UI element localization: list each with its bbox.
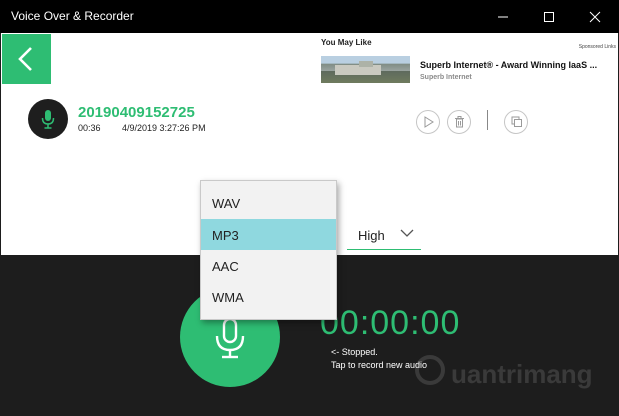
microphone-icon (41, 110, 55, 129)
minimize-icon (498, 16, 508, 18)
sponsored-ad[interactable]: You May Like Sponsored Links Superb Inte… (321, 36, 616, 86)
microphone-icon (215, 317, 245, 359)
format-dropdown-menu: WAV MP3 AAC WMA (200, 180, 337, 320)
watermark-logo-icon (415, 355, 445, 385)
format-option-wma[interactable]: WMA (201, 281, 336, 312)
recording-timer: 00:00:00 (320, 304, 461, 342)
recording-duration: 00:36 (78, 123, 101, 133)
chevron-left-icon (18, 47, 32, 71)
ad-source: Superb Internet (420, 74, 472, 81)
recording-avatar (28, 99, 68, 139)
format-option-mp3[interactable]: MP3 (201, 219, 336, 250)
window-title: Voice Over & Recorder (11, 9, 134, 23)
format-option-label: WMA (212, 290, 244, 305)
copy-icon (511, 116, 522, 127)
chevron-down-icon (400, 229, 414, 237)
recording-name[interactable]: 20190409152725 (78, 104, 195, 121)
action-divider (487, 110, 488, 130)
format-option-label: WAV (212, 196, 241, 211)
maximize-icon (544, 12, 554, 22)
ad-thumbnail[interactable] (321, 56, 410, 83)
delete-button[interactable] (447, 110, 471, 134)
minimize-button[interactable] (480, 0, 526, 33)
ad-thumbnail-building (335, 65, 381, 75)
watermark-text: uantrimang (451, 359, 593, 389)
format-option-aac[interactable]: AAC (201, 250, 336, 281)
trash-icon (455, 116, 464, 128)
watermark: uantrimang (415, 353, 593, 393)
ad-thumbnail-roof (359, 61, 373, 67)
quality-value: High (358, 228, 385, 243)
format-option-label: AAC (212, 259, 239, 274)
ad-sponsored-label[interactable]: Sponsored Links (579, 44, 616, 50)
ad-heading: You May Like (321, 38, 372, 47)
title-bar: Voice Over & Recorder (0, 0, 619, 33)
recorder-status: <- Stopped. (331, 347, 378, 357)
play-icon (424, 116, 434, 128)
ad-title[interactable]: Superb Internet® - Award Winning IaaS ..… (420, 60, 597, 70)
back-button[interactable] (2, 34, 51, 84)
recording-date: 4/9/2019 3:27:26 PM (122, 123, 206, 133)
maximize-button[interactable] (526, 0, 572, 33)
format-option-wav[interactable]: WAV (201, 187, 336, 218)
close-icon (589, 11, 601, 23)
play-button[interactable] (416, 110, 440, 134)
quality-dropdown[interactable]: High (347, 219, 421, 250)
copy-button[interactable] (504, 110, 528, 134)
format-option-label: MP3 (212, 228, 239, 243)
close-button[interactable] (572, 0, 618, 33)
recorder-hint: Tap to record new audio (331, 360, 428, 370)
